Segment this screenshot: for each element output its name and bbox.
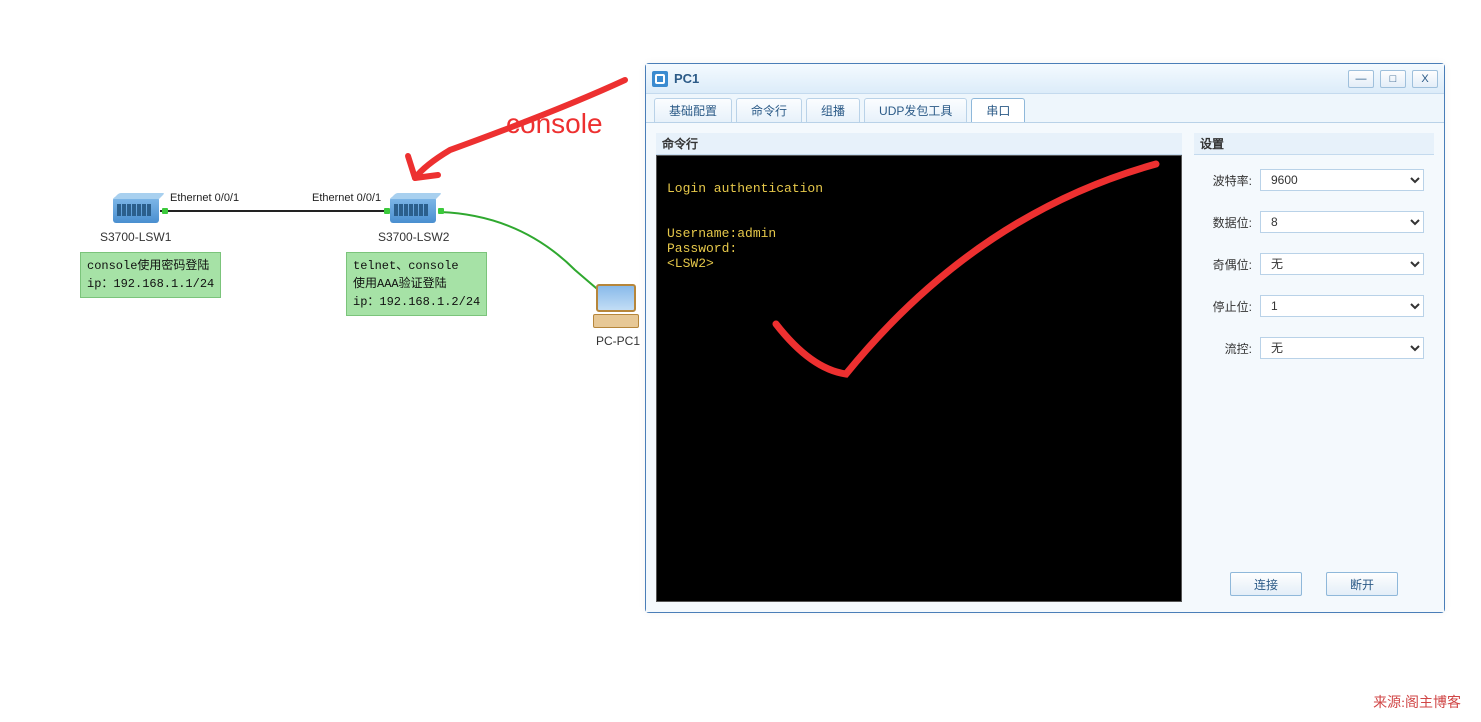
parity-label: 奇偶位: xyxy=(1204,256,1260,273)
window-title: PC1 xyxy=(674,71,1348,86)
databits-select[interactable]: 8 xyxy=(1260,211,1424,233)
tabs-bar: 基础配置 命令行 组播 UDP发包工具 串口 xyxy=(646,94,1444,122)
tab-udp-tool[interactable]: UDP发包工具 xyxy=(864,98,967,122)
flow-select[interactable]: 无 xyxy=(1260,337,1424,359)
note-box-sw2: telnet、console 使用AAA验证登陆 ip：192.168.1.2/… xyxy=(346,252,487,316)
settings-header: 设置 xyxy=(1194,133,1434,155)
settings-panel: 设置 波特率: 9600 数据位: 8 奇偶位: 无 xyxy=(1194,133,1434,602)
maximize-button[interactable]: □ xyxy=(1380,70,1406,88)
content-area: 命令行 Login authentication Username:admin … xyxy=(646,122,1444,612)
terminal-header: 命令行 xyxy=(656,133,1182,155)
close-button[interactable]: X xyxy=(1412,70,1438,88)
app-icon xyxy=(652,71,668,87)
databits-label: 数据位: xyxy=(1204,214,1260,231)
minimize-button[interactable]: — xyxy=(1348,70,1374,88)
terminal-output[interactable]: Login authentication Username:admin Pass… xyxy=(656,155,1182,602)
link-line-sw1-sw2 xyxy=(160,210,392,212)
terminal-panel: 命令行 Login authentication Username:admin … xyxy=(656,133,1182,602)
source-attribution: 来源:阁主博客 xyxy=(1373,692,1461,712)
parity-select[interactable]: 无 xyxy=(1260,253,1424,275)
pc1-window: PC1 — □ X 基础配置 命令行 组播 UDP发包工具 串口 命令行 Log… xyxy=(645,63,1445,613)
port-label-sw1: Ethernet 0/0/1 xyxy=(170,192,239,204)
tab-multicast[interactable]: 组播 xyxy=(806,98,860,122)
note-box-sw1: console使用密码登陆 ip：192.168.1.1/24 xyxy=(80,252,221,298)
baud-label: 波特率: xyxy=(1204,172,1260,189)
port-dot-sw1 xyxy=(162,208,168,214)
port-dot-sw2 xyxy=(384,208,390,214)
port-label-sw2: Ethernet 0/0/1 xyxy=(312,192,381,204)
tab-serial[interactable]: 串口 xyxy=(971,98,1025,122)
device-label-pc1: PC-PC1 xyxy=(596,334,640,348)
port-dot-sw2-right xyxy=(438,208,444,214)
device-switch-lsw2[interactable] xyxy=(390,197,436,223)
tab-basic-config[interactable]: 基础配置 xyxy=(654,98,732,122)
disconnect-button[interactable]: 断开 xyxy=(1326,572,1398,596)
topology-canvas: Ethernet 0/0/1 S3700-LSW1 Ethernet 0/0/1… xyxy=(0,0,645,722)
device-switch-lsw1[interactable] xyxy=(113,197,159,223)
tab-cmdline[interactable]: 命令行 xyxy=(736,98,802,122)
device-label-sw1: S3700-LSW1 xyxy=(100,230,171,244)
stopbits-select[interactable]: 1 xyxy=(1260,295,1424,317)
titlebar[interactable]: PC1 — □ X xyxy=(646,64,1444,94)
annotation-text-console: console xyxy=(506,108,603,140)
device-label-sw2: S3700-LSW2 xyxy=(378,230,449,244)
device-pc1[interactable] xyxy=(590,280,642,332)
baud-select[interactable]: 9600 xyxy=(1260,169,1424,191)
stopbits-label: 停止位: xyxy=(1204,298,1260,315)
connect-button[interactable]: 连接 xyxy=(1230,572,1302,596)
flow-label: 流控: xyxy=(1204,340,1260,357)
